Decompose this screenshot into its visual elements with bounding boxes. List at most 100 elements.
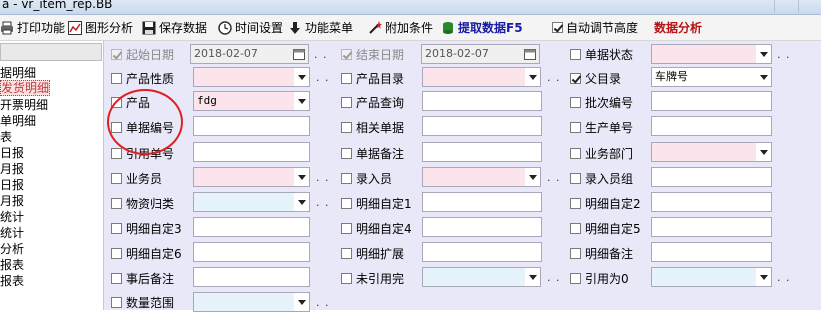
production-no-option[interactable]: 生产单号 (570, 117, 633, 137)
batch-no-checkbox[interactable] (570, 96, 581, 108)
custom4-option[interactable]: 明细自定4 (341, 218, 412, 238)
salesman-select[interactable] (193, 167, 310, 187)
tree-item[interactable]: 日报 (0, 146, 24, 160)
custom5-input[interactable] (651, 217, 772, 237)
detail-remark-checkbox[interactable] (570, 247, 581, 259)
entry-group-option[interactable]: 录入员组 (570, 168, 633, 188)
end-date-option[interactable]: 结束日期 (341, 44, 404, 64)
custom5-option[interactable]: 明细自定5 (570, 218, 641, 238)
tree-item[interactable]: 单明细 (0, 114, 36, 128)
production-no-checkbox[interactable] (570, 121, 581, 133)
custom2-option[interactable]: 明细自定2 (570, 193, 641, 213)
chevron-down-icon[interactable] (756, 143, 771, 161)
doc-no-input[interactable] (193, 116, 310, 136)
start-date-checkbox[interactable] (111, 48, 122, 60)
extra-condition-button[interactable]: 附加条件 (368, 18, 433, 37)
entry-user-checkbox[interactable] (341, 172, 352, 184)
save-data-button[interactable]: 保存数据 (142, 18, 207, 37)
tree-item[interactable]: 月报 (0, 162, 24, 176)
custom1-checkbox[interactable] (341, 197, 352, 209)
unreferenced-option[interactable]: 未引用完 (341, 268, 404, 288)
dept-checkbox[interactable] (570, 147, 581, 159)
qty-range-select[interactable] (193, 292, 310, 312)
ref-zero-option[interactable]: 引用为0 (570, 268, 629, 288)
detail-remark-option[interactable]: 明细备注 (570, 243, 633, 263)
product-catalog-option[interactable]: 产品目录 (341, 68, 404, 88)
unreferenced-checkbox[interactable] (341, 272, 352, 284)
product-catalog-select[interactable] (422, 67, 541, 87)
entry-user-option[interactable]: 录入员 (341, 168, 392, 188)
related-doc-checkbox[interactable] (341, 121, 352, 133)
calendar-icon[interactable] (522, 46, 538, 62)
ref-zero-select[interactable] (651, 267, 772, 287)
custom3-checkbox[interactable] (111, 222, 122, 234)
minimize-button[interactable] (774, 0, 797, 13)
tree-item[interactable]: 开票明细 (0, 98, 48, 112)
custom1-input[interactable] (422, 192, 542, 212)
related-doc-input[interactable] (422, 116, 542, 136)
product-nature-option[interactable]: 产品性质 (111, 68, 174, 88)
unreferenced-select[interactable] (422, 267, 541, 287)
chevron-down-icon[interactable] (756, 45, 771, 63)
ref-zero-checkbox[interactable] (570, 272, 581, 284)
chevron-down-icon[interactable] (294, 193, 309, 211)
doc-remark-checkbox[interactable] (341, 147, 352, 159)
detail-remark-input[interactable] (651, 242, 772, 262)
doc-status-option[interactable]: 单据状态 (570, 44, 633, 64)
tree-item[interactable]: 月报 (0, 194, 24, 208)
material-class-select[interactable] (193, 192, 310, 212)
start-date-option[interactable]: 起始日期 (111, 44, 174, 64)
chevron-down-icon[interactable] (756, 68, 771, 86)
chevron-down-icon[interactable] (525, 168, 540, 186)
dept-select[interactable] (651, 142, 772, 162)
dept-option[interactable]: 业务部门 (570, 143, 633, 163)
tree-item[interactable]: 报表 (0, 258, 24, 272)
post-remark-option[interactable]: 事后备注 (111, 268, 174, 288)
salesman-option[interactable]: 业务员 (111, 168, 162, 188)
product-nature-select[interactable] (193, 67, 310, 87)
custom6-option[interactable]: 明细自定6 (111, 243, 182, 263)
material-class-checkbox[interactable] (111, 197, 122, 209)
parent-catalog-select[interactable]: 车牌号 (651, 67, 772, 87)
chevron-down-icon[interactable] (294, 293, 309, 311)
chevron-down-icon[interactable] (525, 68, 540, 86)
doc-remark-input[interactable] (422, 142, 542, 162)
print-button[interactable]: 打印功能 (0, 18, 65, 37)
post-remark-checkbox[interactable] (111, 272, 122, 284)
product-nature-checkbox[interactable] (111, 72, 122, 84)
tree-item[interactable]: 统计 (0, 226, 24, 240)
material-class-option[interactable]: 物资归类 (111, 193, 174, 213)
qty-range-checkbox[interactable] (111, 296, 122, 308)
chevron-down-icon[interactable] (756, 268, 771, 286)
chevron-down-icon[interactable] (525, 268, 540, 286)
product-query-input[interactable] (422, 91, 542, 111)
post-remark-input[interactable] (193, 267, 310, 287)
data-analysis-button[interactable]: 数据分析 (654, 18, 702, 37)
ref-doc-no-checkbox[interactable] (111, 147, 122, 159)
close-button[interactable] (798, 0, 821, 13)
product-query-option[interactable]: 产品查询 (341, 92, 404, 112)
tree-item[interactable]: 表 (0, 130, 12, 144)
salesman-checkbox[interactable] (111, 172, 122, 184)
doc-status-select[interactable] (651, 44, 772, 64)
custom4-input[interactable] (422, 217, 542, 237)
batch-no-option[interactable]: 批次编号 (570, 92, 633, 112)
doc-no-checkbox[interactable] (111, 121, 122, 133)
parent-catalog-option[interactable]: 父目录 (570, 68, 621, 88)
auto-height-checkbox[interactable] (552, 22, 563, 33)
custom6-checkbox[interactable] (111, 247, 122, 259)
parent-catalog-checkbox[interactable] (570, 72, 581, 84)
function-menu-button[interactable]: 功能菜单 (288, 18, 353, 37)
custom4-checkbox[interactable] (341, 222, 352, 234)
doc-remark-option[interactable]: 单据备注 (341, 143, 404, 163)
tree-item[interactable]: 分析 (0, 242, 24, 256)
custom5-checkbox[interactable] (570, 222, 581, 234)
chart-analysis-button[interactable]: 图形分析 (68, 18, 133, 37)
tree-item[interactable]: 报表 (0, 274, 24, 288)
fetch-data-button[interactable]: 提取数据F5 (441, 18, 523, 37)
calendar-icon[interactable] (291, 46, 307, 62)
batch-no-input[interactable] (651, 91, 772, 111)
custom3-option[interactable]: 明细自定3 (111, 218, 182, 238)
auto-height-toggle[interactable]: 自动调节高度 (552, 18, 638, 37)
start-date-field[interactable]: 2018-02-07 (190, 44, 309, 64)
